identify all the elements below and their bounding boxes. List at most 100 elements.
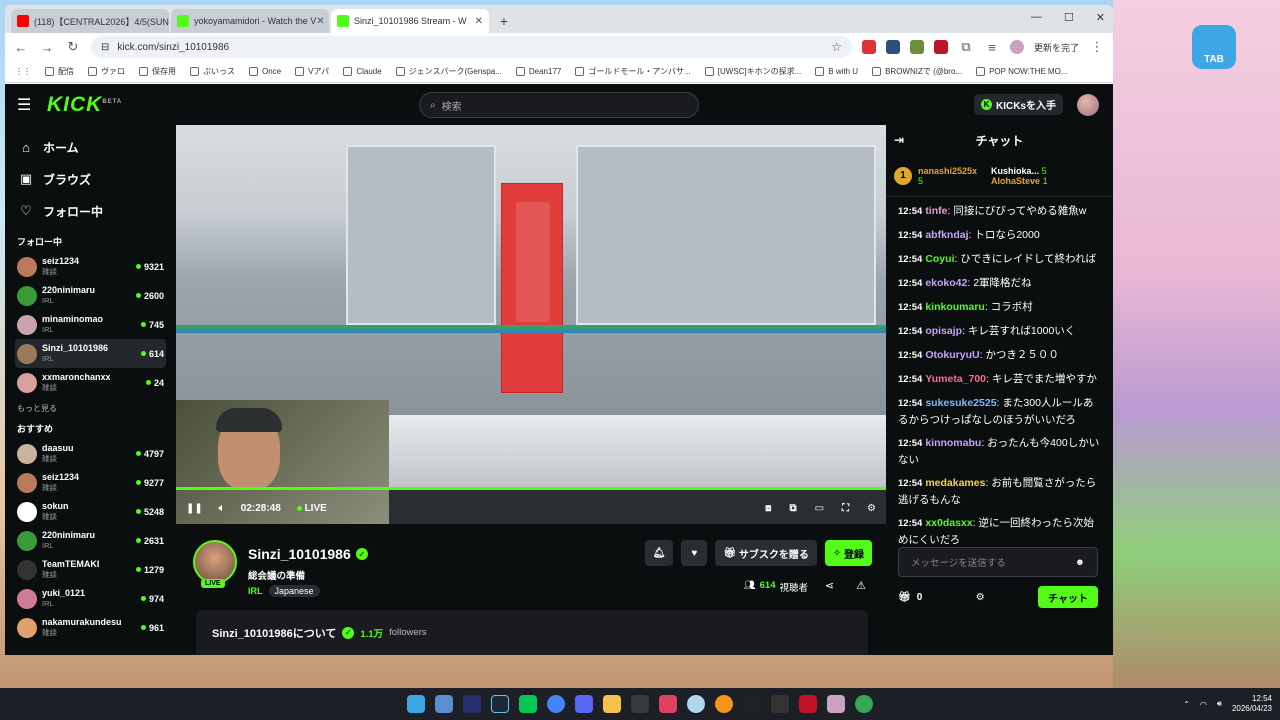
clock[interactable]: 12:54 2026/04/23: [1232, 694, 1272, 714]
sidebar-channel-nakamurakundesu[interactable]: nakamurakundesu 雑談 961: [15, 613, 166, 642]
bookmark-item[interactable]: ゴールドモール・アンバサ...: [575, 66, 691, 77]
sidebar-channel-seiz1234[interactable]: seiz1234 雑談 9321: [15, 252, 166, 281]
line-icon[interactable]: [519, 695, 537, 713]
bookmark-item[interactable]: 保存用: [139, 66, 176, 77]
sidebar-channel-teamtemaki[interactable]: TeamTEMAKI 雑談 1279: [15, 555, 166, 584]
sidebar-channel-220ninimaru[interactable]: 220ninimaru IRL 2631: [15, 526, 166, 555]
user-avatar[interactable]: [1077, 94, 1099, 116]
taskbar-app-icon[interactable]: [799, 695, 817, 713]
discord-icon[interactable]: [575, 695, 593, 713]
bookmark-item[interactable]: BROWNIZで (@bro...: [872, 66, 962, 77]
close-window-icon[interactable]: ✕: [1096, 11, 1105, 24]
profile-avatar[interactable]: [1009, 40, 1024, 54]
bookmark-item[interactable]: Once: [249, 67, 281, 76]
message-username[interactable]: sukesuke2525: [925, 397, 996, 409]
show-more-link[interactable]: もっと見る: [17, 403, 166, 414]
sidebar-channel-sinzi_10101986[interactable]: Sinzi_10101986 IRL 614: [15, 339, 166, 368]
message-username[interactable]: xx0dasxx: [925, 517, 972, 529]
share-icon[interactable]: ⋖: [825, 579, 834, 592]
leader-name[interactable]: nanashi2525x: [918, 166, 977, 176]
hamburger-menu-icon[interactable]: ☰: [17, 95, 37, 115]
windows-start-icon[interactable]: [407, 695, 425, 713]
tray-chevron-icon[interactable]: ⌃: [1183, 700, 1190, 709]
sidebar-channel-minaminomao[interactable]: minaminomao IRL 745: [15, 310, 166, 339]
clip-icon[interactable]: ⧈: [765, 503, 771, 514]
send-chat-button[interactable]: チャット: [1038, 586, 1098, 608]
taskbar-app-icon[interactable]: [687, 695, 705, 713]
extension-icon[interactable]: [909, 40, 924, 54]
theater-mode-icon[interactable]: ▭: [815, 503, 824, 514]
forward-icon[interactable]: →: [39, 40, 55, 55]
message-username[interactable]: ekoko42: [925, 277, 967, 289]
taskbar-app-icon[interactable]: [715, 695, 733, 713]
fullscreen-icon[interactable]: ⛶: [842, 503, 849, 514]
volume-icon[interactable]: 🔈︎: [219, 503, 225, 514]
github-icon[interactable]: [743, 695, 761, 713]
taskbar-app-icon[interactable]: [659, 695, 677, 713]
report-icon[interactable]: ⚠: [856, 579, 866, 592]
bookmark-item[interactable]: B with U: [815, 67, 858, 76]
bookmark-item[interactable]: ジェンスパーク(Genspa...: [395, 66, 502, 77]
sidebar-nav-heart[interactable]: ♡ フォロー中: [15, 195, 166, 227]
video-player[interactable]: ❚❚ 🔈︎ 02:28:48 LIVE ⧈ ⧉ ▭ ⛶ ⚙: [176, 125, 886, 524]
gift-sub-button[interactable]: 🎁︎ サブスクを贈る: [715, 540, 817, 566]
taskbar-app-icon[interactable]: [463, 695, 481, 713]
message-username[interactable]: opisajp: [925, 325, 962, 337]
message-username[interactable]: Yumeta_700: [925, 373, 986, 385]
browser-tab-kick-sinzi[interactable]: Sinzi_10101986 Stream - W ✕: [331, 9, 489, 33]
message-username[interactable]: OtokuryuU: [925, 349, 979, 361]
sidebar-channel-sokun[interactable]: sokun 雑談 5248: [15, 497, 166, 526]
wifi-icon[interactable]: ◠: [1200, 700, 1207, 709]
new-tab-button[interactable]: +: [495, 12, 513, 30]
leader-name[interactable]: AlohaSteve: [991, 176, 1040, 186]
sidebar-nav-browse[interactable]: ▣ ブラウズ: [15, 163, 166, 195]
bookmark-item[interactable]: POP NOW:THE MO...: [976, 67, 1067, 76]
search-input[interactable]: ⌕ 検索: [419, 92, 699, 118]
pause-icon[interactable]: ❚❚: [186, 503, 203, 514]
bookmark-star-icon[interactable]: ☆: [831, 40, 842, 54]
bookmark-item[interactable]: Vアパ: [295, 66, 329, 77]
tab-app-icon[interactable]: TAB: [1192, 25, 1236, 69]
taskbar-app-icon[interactable]: [771, 695, 789, 713]
bookmark-item[interactable]: Dean177: [515, 67, 561, 76]
steam-icon[interactable]: [491, 695, 509, 713]
streamer-avatar[interactable]: [193, 540, 237, 584]
media-control-icon[interactable]: ≡: [984, 40, 1000, 55]
browser-tab-kick-yokoyama[interactable]: yokoyamamidori - Watch the V ✕: [171, 9, 329, 33]
sidebar-channel-daasuu[interactable]: daasuu 雑談 4797: [15, 439, 166, 468]
close-tab-icon[interactable]: ✕: [475, 16, 483, 27]
message-username[interactable]: kinnomabu: [925, 437, 981, 449]
points-icon[interactable]: 🎁︎: [898, 592, 911, 603]
collapse-chat-icon[interactable]: ⇥: [894, 133, 904, 147]
leader-name[interactable]: Kushioka...: [991, 166, 1039, 176]
sidebar-channel-yuki_0121[interactable]: yuki_0121 IRL 974: [15, 584, 166, 613]
extension-icon[interactable]: [861, 40, 876, 54]
message-username[interactable]: medakames: [925, 477, 985, 489]
message-username[interactable]: tinfe: [925, 205, 947, 217]
menu-icon[interactable]: ⋮: [1089, 39, 1105, 55]
bookmark-item[interactable]: 配信: [45, 66, 74, 77]
streamer-name[interactable]: Sinzi_10101986 ✓: [248, 546, 368, 562]
sidebar-channel-220ninimaru[interactable]: 220ninimaru IRL 2600: [15, 281, 166, 310]
back-icon[interactable]: ←: [13, 40, 29, 55]
message-username[interactable]: Coyui: [925, 253, 954, 265]
chat-settings-icon[interactable]: ⚙: [976, 592, 985, 603]
bookmark-item[interactable]: Claude: [343, 67, 382, 76]
language-tag[interactable]: Japanese: [268, 585, 320, 597]
follow-button[interactable]: ✧ 登録: [824, 540, 872, 566]
live-progress-bar[interactable]: [176, 487, 886, 490]
apps-icon[interactable]: ⋮⋮: [15, 67, 31, 76]
message-username[interactable]: abfkndaj: [925, 229, 968, 241]
taskbar-app-icon[interactable]: [435, 695, 453, 713]
category-link[interactable]: IRL: [248, 586, 263, 596]
bookmark-item[interactable]: [UWSC]キホンの探求...: [704, 66, 801, 77]
site-info-icon[interactable]: ⊟: [101, 42, 109, 53]
kick-logo[interactable]: KICKBETA: [47, 93, 122, 117]
browser-tab-youtube[interactable]: (118)【CENTRAL2026】4/5(SUN) ✕: [11, 9, 169, 33]
taskbar-app-icon[interactable]: [631, 695, 649, 713]
chrome-icon[interactable]: [547, 695, 565, 713]
extension-icon[interactable]: [933, 40, 948, 54]
emoji-icon[interactable]: ☻: [1075, 557, 1085, 568]
bookmark-item[interactable]: ぷいっス: [190, 66, 235, 77]
reload-icon[interactable]: ↻: [65, 39, 81, 55]
